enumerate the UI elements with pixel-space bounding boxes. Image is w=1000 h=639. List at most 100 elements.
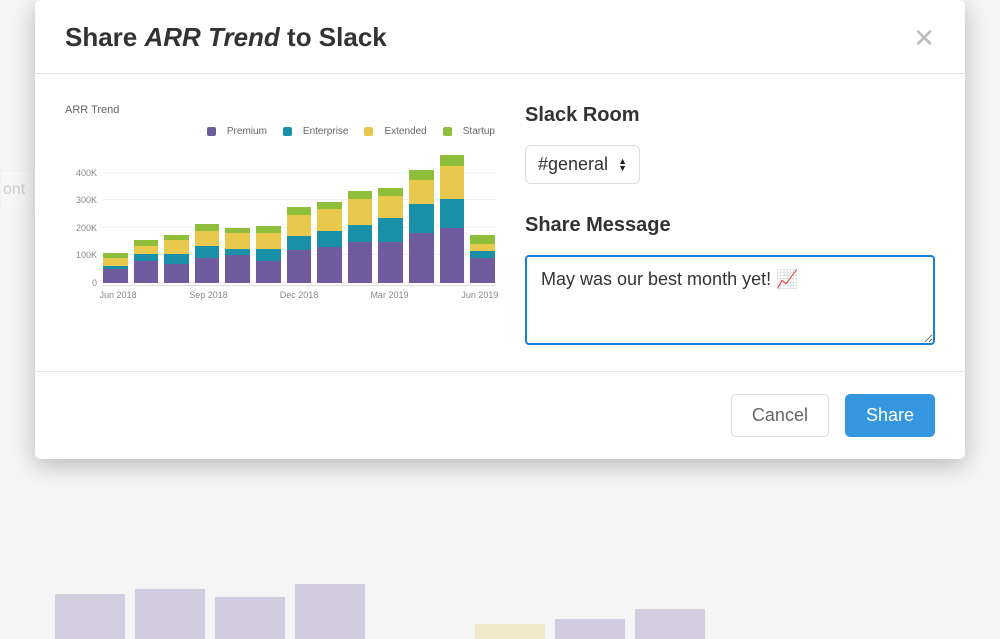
bar-segment xyxy=(195,224,220,231)
chart-legend: Premium Enterprise Extended Startup xyxy=(65,126,495,139)
cancel-button[interactable]: Cancel xyxy=(731,394,829,437)
slack-room-select[interactable]: #general ▲▼ xyxy=(525,145,640,184)
modal-title: Share ARR Trend to Slack xyxy=(65,22,387,53)
bar-segment xyxy=(225,255,250,283)
bar-segment xyxy=(470,258,495,283)
x-tick-label: Jun 2018 xyxy=(100,290,137,300)
bar-column xyxy=(287,207,312,283)
bar-segment xyxy=(134,246,159,254)
bar-column xyxy=(164,235,189,283)
x-tick-label: Sep 2018 xyxy=(189,290,228,300)
close-icon[interactable]: ✕ xyxy=(913,25,935,51)
x-axis: Jun 2018Sep 2018Dec 2018Mar 2019Jun 2019 xyxy=(103,285,495,305)
bar-segment xyxy=(440,166,465,199)
chart-area: 0 100K 200K 300K 400K Jun 2018 Sep 2018 Dec 20… xyxy=(65,145,495,305)
legend-label: Startup xyxy=(463,126,495,137)
chart-title: ARR Trend xyxy=(65,104,495,116)
bar-segment xyxy=(287,236,312,250)
bar-segment xyxy=(378,218,403,241)
share-message-label: Share Message xyxy=(525,214,935,237)
share-message-input[interactable] xyxy=(525,255,935,345)
bar-segment xyxy=(103,258,128,266)
bar-segment xyxy=(195,258,220,283)
y-tick-label: 0 xyxy=(92,278,97,288)
share-to-slack-modal: Share ARR Trend to Slack ✕ ARR Trend Pre… xyxy=(35,0,965,459)
bar-segment xyxy=(164,264,189,283)
bar-segment xyxy=(134,261,159,283)
bar-segment xyxy=(287,250,312,283)
bar-column xyxy=(409,170,434,283)
bar-segment xyxy=(317,247,342,283)
bar-segment xyxy=(317,209,342,231)
bar-column xyxy=(225,228,250,283)
bar-column xyxy=(440,155,465,283)
bar-segment xyxy=(409,170,434,180)
modal-body: ARR Trend Premium Enterprise Extended Start… xyxy=(35,74,965,372)
bar-segment xyxy=(287,215,312,236)
modal-footer: Cancel Share xyxy=(35,372,965,459)
title-prefix: Share xyxy=(65,22,145,52)
y-tick-label: 400K xyxy=(76,168,97,178)
y-tick-label: 100K xyxy=(76,250,97,260)
share-button[interactable]: Share xyxy=(845,394,935,437)
bar-column xyxy=(195,224,220,283)
bar-segment xyxy=(225,233,250,248)
bar-segment xyxy=(256,261,281,283)
bar-segment xyxy=(317,202,342,209)
title-suffix: to Slack xyxy=(280,22,387,52)
title-emphasis: ARR Trend xyxy=(145,22,280,52)
bar-column xyxy=(470,235,495,283)
bar-segment xyxy=(348,199,373,225)
bar-segment xyxy=(225,249,250,256)
bar-segment xyxy=(103,269,128,283)
share-form: Slack Room #general ▲▼ Share Message xyxy=(525,104,935,345)
bar-segment xyxy=(164,254,189,264)
bar-segment xyxy=(378,242,403,283)
bar-segment xyxy=(470,244,495,251)
bar-segment xyxy=(348,225,373,242)
bar-column xyxy=(256,226,281,283)
legend-swatch-icon xyxy=(364,127,373,136)
slack-room-label: Slack Room xyxy=(525,104,935,127)
legend-label: Extended xyxy=(384,126,426,137)
bar-segment xyxy=(256,249,281,261)
y-axis: 0100K200K300K400K xyxy=(65,145,101,283)
bar-segment xyxy=(470,251,495,258)
bar-segment xyxy=(195,231,220,246)
legend-label: Premium xyxy=(227,126,267,137)
bar-column xyxy=(317,202,342,283)
bar-segment xyxy=(164,240,189,254)
x-tick-label: Mar 2019 xyxy=(370,290,408,300)
slack-room-selected-value: #general xyxy=(538,154,608,175)
bar-column xyxy=(348,191,373,283)
legend-item: Premium xyxy=(199,126,267,137)
bar-segment xyxy=(256,226,281,233)
bar-segment xyxy=(440,228,465,283)
bar-segment xyxy=(134,254,159,261)
bar-segment xyxy=(256,233,281,248)
bar-segment xyxy=(409,233,434,283)
bar-segment xyxy=(348,242,373,283)
bar-column xyxy=(378,188,403,283)
legend-label: Enterprise xyxy=(303,126,349,137)
bar-segment xyxy=(409,180,434,205)
select-caret-icon: ▲▼ xyxy=(618,158,627,172)
bar-segment xyxy=(470,235,495,245)
y-tick-label: 200K xyxy=(76,223,97,233)
bar-segment xyxy=(440,199,465,228)
legend-swatch-icon xyxy=(207,127,216,136)
legend-item: Startup xyxy=(435,126,495,137)
legend-item: Extended xyxy=(356,126,426,137)
legend-swatch-icon xyxy=(283,127,292,136)
bar-column xyxy=(134,240,159,283)
x-tick-label: Dec 2018 xyxy=(280,290,319,300)
bar-segment xyxy=(348,191,373,199)
bar-column xyxy=(103,253,128,283)
modal-header: Share ARR Trend to Slack ✕ xyxy=(35,0,965,74)
y-tick-label: 300K xyxy=(76,195,97,205)
bar-segment xyxy=(440,155,465,166)
bar-segment xyxy=(378,188,403,196)
bar-segment xyxy=(409,204,434,233)
legend-item: Enterprise xyxy=(275,126,349,137)
chart-plot xyxy=(103,145,495,283)
